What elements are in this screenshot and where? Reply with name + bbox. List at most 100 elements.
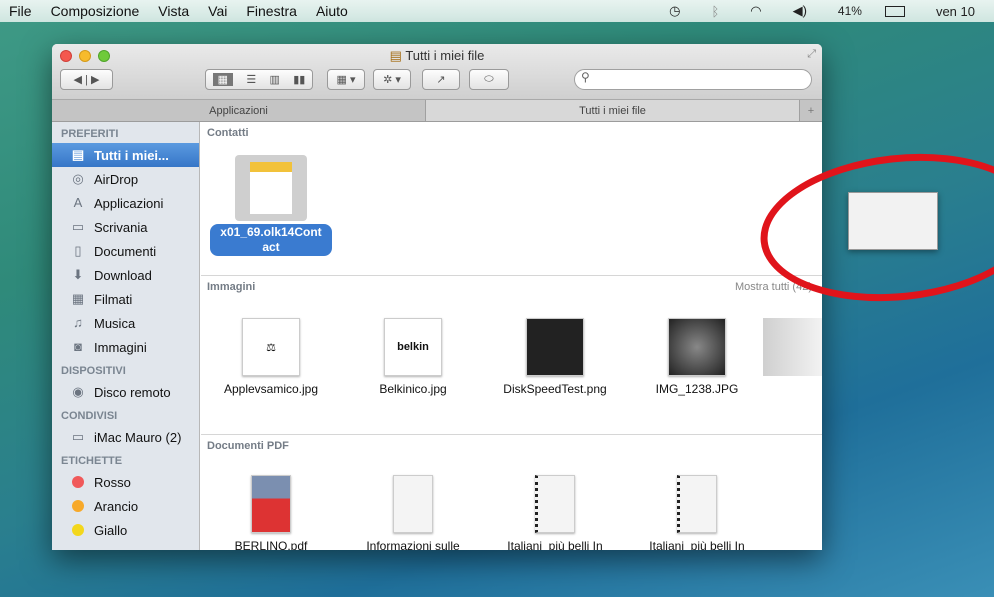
image-stack-thumbnail[interactable] <box>763 318 822 376</box>
menu-file[interactable]: File <box>9 3 32 19</box>
sidebar-item-label: Documenti <box>94 243 157 259</box>
back-icon[interactable]: ◀ <box>74 73 82 86</box>
sidebar-item-label: Filmati <box>94 291 133 307</box>
menu-bar: File Composizione Vista Vai Finestra Aiu… <box>0 0 994 22</box>
action-button[interactable]: ✲ ▾ <box>373 69 411 90</box>
sidebar-section-header: CONDIVISI <box>61 410 118 422</box>
new-tab-button[interactable]: + <box>800 100 822 121</box>
airdrop-icon: ◎ <box>72 171 84 186</box>
file-item[interactable]: Informazioni sulle <box>348 475 478 550</box>
imac-icon: ▭ <box>71 429 85 444</box>
file-name: DiskSpeedTest.png <box>503 382 607 396</box>
finder-window: ▤ Tutti i miei file ⤢ ◀ | ▶ ▦ ☰ ▥ ▮▮ ▦ ▾… <box>52 44 822 550</box>
menu-vista[interactable]: Vista <box>158 3 189 19</box>
arrange-icon: ▦ ▾ <box>336 74 356 86</box>
section-title: Immagini <box>207 281 256 293</box>
search-input[interactable]: ⚲ <box>574 69 812 90</box>
window-title: Tutti i miei file <box>405 48 485 63</box>
tags-button[interactable]: ⬭ <box>469 69 509 90</box>
file-item[interactable]: ⚖ Applevsamico.jpg <box>206 318 336 396</box>
pdf-icon <box>251 475 291 533</box>
volume-icon[interactable]: ◀) <box>793 3 807 19</box>
time-machine-icon[interactable]: ◷ <box>669 3 680 19</box>
tag-color-icon <box>72 524 84 536</box>
file-name: BERLINO.pdf <box>234 539 308 550</box>
sidebar-item-label: Giallo <box>94 522 128 538</box>
tab-bar: Applicazioni Tutti i miei file + <box>52 100 822 122</box>
wifi-icon[interactable]: ◠ <box>750 3 761 19</box>
file-item[interactable]: x01_69.olk14Cont act <box>206 155 336 256</box>
file-name: Italiani_più belli In <box>649 539 745 550</box>
title-bar: ▤ Tutti i miei file ⤢ ◀ | ▶ ▦ ☰ ▥ ▮▮ ▦ ▾… <box>52 44 822 100</box>
sidebar-item-disco-remoto[interactable]: ◉ Disco remoto <box>52 380 199 404</box>
sidebar-item-applicazioni[interactable]: A Applicazioni <box>52 191 199 215</box>
back-forward-buttons[interactable]: ◀ | ▶ <box>60 69 113 90</box>
sidebar-item-airdrop[interactable]: ◎ AirDrop <box>52 167 199 191</box>
section-pdf: Documenti PDF BERLINO.pdf Informazioni s… <box>201 434 822 550</box>
menu-composizione[interactable]: Composizione <box>51 3 140 19</box>
pdf-icon <box>535 475 575 533</box>
tab-applicazioni[interactable]: Applicazioni <box>52 100 426 121</box>
section-title: Documenti PDF <box>207 440 289 452</box>
file-item[interactable]: IMG_1238.JPG <box>632 318 762 396</box>
pdf-icon <box>677 475 717 533</box>
desktop-icon: ▭ <box>71 219 85 234</box>
movies-icon: ▦ <box>71 291 85 306</box>
content-area: Contatti x01_69.olk14Cont act Immagini M… <box>201 122 822 550</box>
battery-icon[interactable] <box>884 5 905 17</box>
belkin-logo: belkin <box>397 341 429 353</box>
sidebar-item-tutti-i-miei[interactable]: ▤ Tutti i miei... <box>52 143 199 167</box>
file-item[interactable]: Italiani_più belli In <box>632 475 762 550</box>
search-icon: ⚲ <box>581 70 590 84</box>
image-thumbnail: belkin <box>384 318 442 376</box>
menu-finestra[interactable]: Finestra <box>246 3 297 19</box>
icon-view-icon[interactable]: ▦ <box>212 73 234 86</box>
fullscreen-icon[interactable]: ⤢ <box>807 48 816 61</box>
sidebar-item-scrivania[interactable]: ▭ Scrivania <box>52 215 199 239</box>
section-title: Contatti <box>207 127 249 139</box>
menu-vai[interactable]: Vai <box>208 3 227 19</box>
clock[interactable]: ven 10 <box>936 4 975 19</box>
sidebar-item-imac-mauro-2[interactable]: ▭ iMac Mauro (2) <box>52 425 199 449</box>
column-view-icon[interactable]: ▥ <box>270 73 280 86</box>
file-item[interactable]: Italiani_più belli In <box>490 475 620 550</box>
sidebar-item-arancio[interactable]: Arancio <box>52 494 199 518</box>
sidebar-section-header: DISPOSITIVI <box>61 365 126 377</box>
coverflow-view-icon[interactable]: ▮▮ <box>293 73 305 86</box>
sidebar-item-musica[interactable]: ♫ Musica <box>52 311 199 335</box>
tab-tutti-i-miei-file[interactable]: Tutti i miei file <box>426 100 800 121</box>
remote-disc-icon: ◉ <box>72 384 84 399</box>
file-item[interactable]: BERLINO.pdf <box>206 475 336 550</box>
sidebar-item-rosso[interactable]: Rosso <box>52 470 199 494</box>
sidebar-item-immagini[interactable]: ◙ Immagini <box>52 335 199 359</box>
forward-icon[interactable]: ▶ <box>91 73 99 86</box>
sidebar-section-header: PREFERITI <box>61 128 119 140</box>
sidebar: PREFERITI ▤ Tutti i miei... ◎ AirDrop A Applic… <box>52 122 200 550</box>
tag-color-icon <box>72 476 84 488</box>
sidebar-item-documenti[interactable]: ▯ Documenti <box>52 239 199 263</box>
image-thumbnail <box>668 318 726 376</box>
sidebar-item-label: Scrivania <box>94 219 148 235</box>
sidebar-item-label: Tutti i miei... <box>94 147 169 163</box>
sidebar-item-download[interactable]: ⬇ Download <box>52 263 199 287</box>
pictures-icon: ◙ <box>74 339 82 354</box>
sidebar-item-giallo[interactable]: Giallo <box>52 518 199 542</box>
file-name: IMG_1238.JPG <box>655 382 739 396</box>
list-view-icon[interactable]: ☰ <box>246 73 256 86</box>
file-item[interactable]: belkin Belkinico.jpg <box>348 318 478 396</box>
menu-aiuto[interactable]: Aiuto <box>316 3 348 19</box>
battery-percent[interactable]: 41% <box>838 4 862 18</box>
sidebar-item-filmati[interactable]: ▦ Filmati <box>52 287 199 311</box>
arrange-button[interactable]: ▦ ▾ <box>327 69 365 90</box>
image-thumbnail <box>526 318 584 376</box>
window-icon: ▤ <box>389 48 402 63</box>
share-button[interactable]: ↗ <box>422 69 460 90</box>
dragged-window-thumbnail[interactable] <box>848 192 938 250</box>
bluetooth-icon[interactable]: ᛒ <box>711 4 719 19</box>
sidebar-item-label: Rosso <box>94 474 131 490</box>
tag-icon: ⬭ <box>484 73 494 85</box>
file-name: Belkinico.jpg <box>379 382 447 396</box>
download-icon: ⬇ <box>72 267 84 282</box>
file-item[interactable]: DiskSpeedTest.png <box>490 318 620 396</box>
view-mode-control[interactable]: ▦ ☰ ▥ ▮▮ <box>205 69 313 90</box>
